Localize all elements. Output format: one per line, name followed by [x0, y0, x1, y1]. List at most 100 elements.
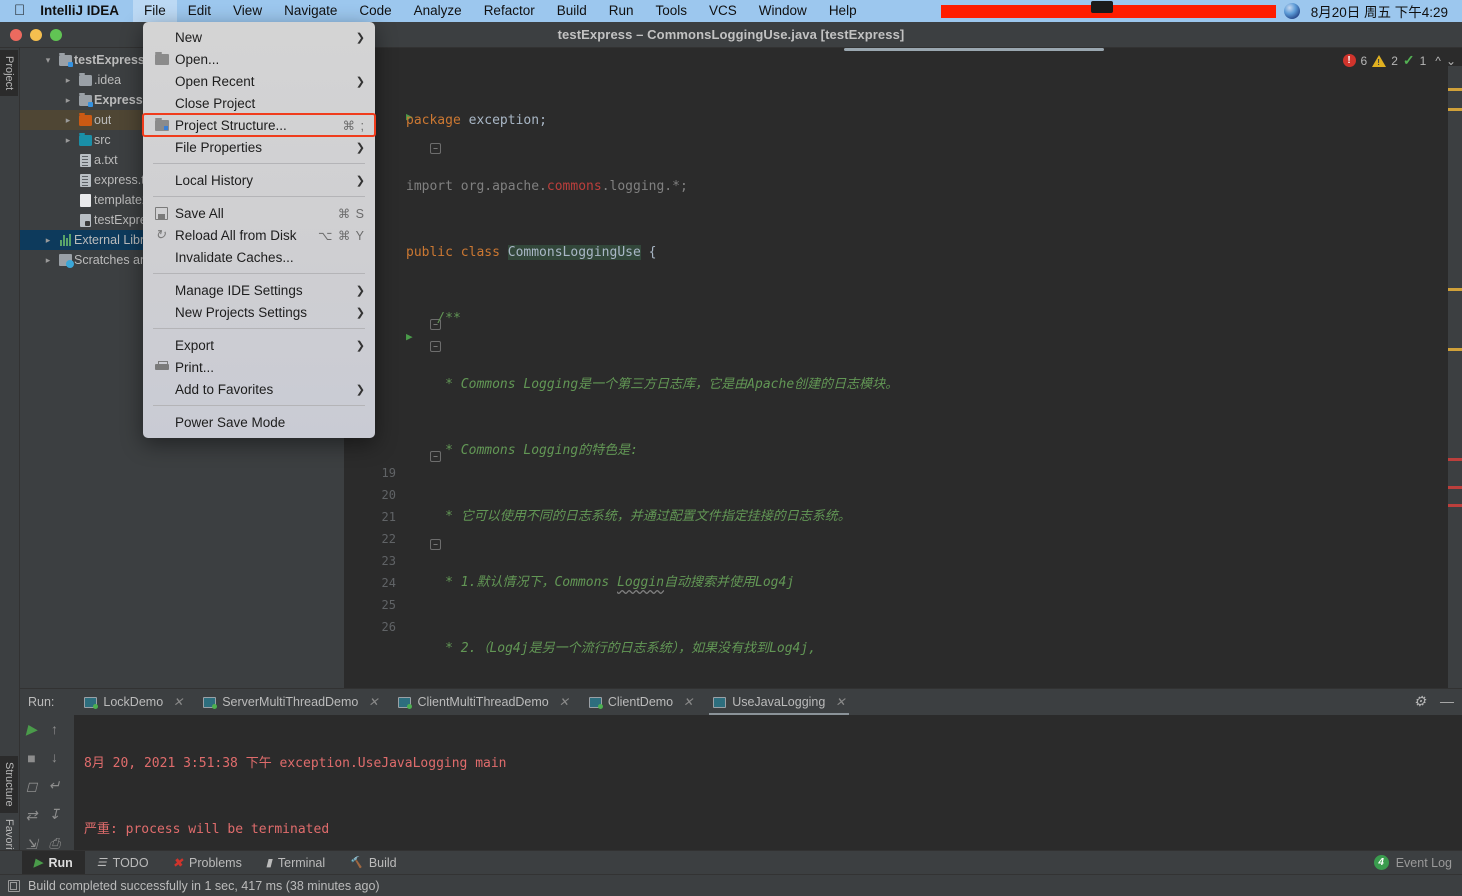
menu-item-file-properties[interactable]: File Properties ❯: [143, 136, 375, 158]
run-icon: ▶: [34, 857, 43, 869]
menu-item-add-to-favorites[interactable]: Add to Favorites ❯: [143, 378, 375, 400]
tool-button-run[interactable]: ▶ Run: [22, 850, 85, 875]
close-icon[interactable]: ✕: [368, 695, 378, 709]
tree-label: Scratches an: [74, 253, 147, 267]
apple-icon[interactable]: : [0, 3, 38, 18]
save-icon: [155, 206, 175, 220]
down-icon[interactable]: ↓: [51, 749, 58, 765]
menubar-item-help[interactable]: Help: [818, 0, 868, 22]
menubar-item-file[interactable]: File: [133, 0, 177, 22]
chevron-right-icon: ❯: [355, 284, 365, 297]
code-lines[interactable]: package exception; import org.apache.com…: [406, 66, 1448, 854]
run-tab-lockdemo[interactable]: LockDemo ✕: [74, 689, 193, 715]
menu-item-new-projects-settings[interactable]: New Projects Settings ❯: [143, 301, 375, 323]
close-icon[interactable]: ✕: [835, 695, 845, 709]
soft-wrap-icon[interactable]: ↵: [49, 777, 61, 794]
close-button[interactable]: [10, 29, 22, 41]
minimize-button[interactable]: [30, 29, 42, 41]
menubar-app-name[interactable]: IntelliJ IDEA: [38, 0, 133, 22]
rerun-icon[interactable]: ▶: [26, 721, 37, 738]
todo-icon: ☰: [96, 857, 107, 869]
bottom-tool-window-bar[interactable]: ▶ Run ☰ TODO ✖ Problems ▮ Terminal 🔨 Bui…: [0, 850, 1462, 875]
chevron-right-icon[interactable]: [60, 115, 76, 126]
close-icon[interactable]: ✕: [683, 695, 693, 709]
run-tab-clientdemo[interactable]: ClientDemo ✕: [579, 689, 703, 715]
run-side-toolbar[interactable]: ▶ ■ ◻ ⇄ ⇲ » ↑ ↓ ↵ ↧ ⎙ 🗑: [20, 715, 66, 880]
menu-item-print[interactable]: Print...: [143, 356, 375, 378]
run-tab-servermultithreaddemo[interactable]: ServerMultiThreadDemo ✕: [193, 689, 388, 715]
menubar-item-refactor[interactable]: Refactor: [473, 0, 546, 22]
menu-item-invalidate-caches[interactable]: Invalidate Caches...: [143, 246, 375, 268]
tool-button-terminal[interactable]: ▮ Terminal: [254, 851, 337, 875]
menu-item-save-all[interactable]: Save All ⌘ S: [143, 202, 375, 224]
rail-button-project[interactable]: Project: [0, 50, 18, 97]
chevron-right-icon[interactable]: [60, 75, 76, 86]
menubar-item-navigate[interactable]: Navigate: [273, 0, 348, 22]
up-icon[interactable]: ↑: [51, 721, 58, 737]
file-menu-dropdown[interactable]: New ❯ Open... Open Recent ❯ Close Projec…: [142, 22, 376, 438]
menu-item-manage-ide-settings[interactable]: Manage IDE Settings ❯: [143, 279, 375, 301]
tree-label: a.txt: [94, 153, 118, 167]
menu-item-project-structure[interactable]: Project Structure... ⌘ ;: [142, 113, 376, 137]
menubar-item-run[interactable]: Run: [598, 0, 645, 22]
menubar-item-code[interactable]: Code: [348, 0, 402, 22]
menu-item-close-project[interactable]: Close Project: [143, 92, 375, 114]
close-icon[interactable]: ✕: [559, 695, 569, 709]
menubar-item-build[interactable]: Build: [546, 0, 598, 22]
menubar-clock[interactable]: 8月20日 周五 下午4:29: [1311, 1, 1462, 21]
layout-icon[interactable]: [8, 879, 20, 892]
menubar-item-edit[interactable]: Edit: [177, 0, 222, 22]
chevron-right-icon[interactable]: [40, 235, 56, 246]
run-tab-usejavalogging[interactable]: UseJavaLogging ✕: [703, 689, 855, 715]
tool-button-problems[interactable]: ✖ Problems: [161, 851, 254, 875]
menu-item-shortcut: ⌥ ⌘ Y: [318, 228, 365, 243]
siri-icon[interactable]: [1283, 3, 1300, 19]
stop-icon[interactable]: ■: [27, 750, 35, 766]
chevron-right-icon[interactable]: [60, 95, 76, 106]
menu-item-local-history[interactable]: Local History ❯: [143, 169, 375, 191]
run-side-toolbar-right[interactable]: ↑ ↓ ↵ ↧ ⎙ 🗑: [43, 715, 66, 880]
window-traffic-lights[interactable]: [10, 29, 62, 41]
code-content[interactable]: 19 20 21 22 23 24 25 26 ▶ ▶ − − − − − pa…: [344, 66, 1448, 854]
menu-item-export[interactable]: Export ❯: [143, 334, 375, 356]
gear-icon[interactable]: ⚙: [1413, 693, 1426, 710]
console-output[interactable]: 8月 20, 2021 3:51:38 下午 exception.UseJava…: [74, 715, 1462, 870]
menubar-item-window[interactable]: Window: [748, 0, 818, 22]
chevron-right-icon[interactable]: [40, 255, 56, 266]
run-side-toolbar-left[interactable]: ▶ ■ ◻ ⇄ ⇲ »: [20, 715, 43, 877]
menu-item-open[interactable]: Open...: [143, 48, 375, 70]
rail-button-structure[interactable]: Structure: [0, 756, 18, 813]
run-tab-bar[interactable]: Run: LockDemo ✕ ServerMultiThreadDemo ✕ …: [20, 689, 1462, 715]
run-panel-actions[interactable]: ⚙ —: [1413, 693, 1454, 710]
chevron-down-icon[interactable]: [40, 55, 56, 66]
reload-icon: ↻: [155, 227, 166, 242]
menu-separator: [153, 163, 365, 164]
menu-item-reload-all-from-disk[interactable]: ↻ Reload All from Disk ⌥ ⌘ Y: [143, 224, 375, 246]
maximize-button[interactable]: [50, 29, 62, 41]
menu-item-open-recent[interactable]: Open Recent ❯: [143, 70, 375, 92]
menu-item-label: Local History: [175, 172, 254, 188]
menubar-item-view[interactable]: View: [222, 0, 273, 22]
menubar-item-analyze[interactable]: Analyze: [403, 0, 473, 22]
menu-item-power-save-mode[interactable]: Power Save Mode: [143, 411, 375, 433]
run-tab-label: ServerMultiThreadDemo: [222, 695, 359, 709]
rerun-failed-icon[interactable]: ⇄: [26, 807, 38, 824]
library-icon: [56, 234, 74, 246]
menu-separator: [153, 196, 365, 197]
minimize-icon[interactable]: —: [1440, 693, 1454, 710]
code-editor[interactable]: ! 6 2 ✓ 1 ^ ⌄: [344, 48, 1462, 854]
tool-button-build[interactable]: 🔨 Build: [337, 851, 409, 875]
close-icon[interactable]: ✕: [173, 695, 183, 709]
menubar-item-tools[interactable]: Tools: [645, 0, 699, 22]
console-line: 严重: process will be terminated: [84, 822, 330, 837]
menu-item-new[interactable]: New ❯: [143, 26, 375, 48]
window-title: testExpress – CommonsLoggingUse.java [te…: [557, 27, 905, 42]
editor-scroll-markers[interactable]: [1448, 66, 1462, 688]
scroll-to-end-icon[interactable]: ↧: [49, 806, 61, 823]
event-log-button[interactable]: 4 Event Log: [1373, 855, 1452, 870]
tool-button-todo[interactable]: ☰ TODO: [85, 851, 161, 875]
run-tab-clientmultithreaddemo[interactable]: ClientMultiThreadDemo ✕: [388, 689, 578, 715]
menubar-item-vcs[interactable]: VCS: [698, 0, 748, 22]
chevron-right-icon[interactable]: [60, 135, 76, 146]
screenshot-icon[interactable]: ◻: [26, 778, 38, 795]
